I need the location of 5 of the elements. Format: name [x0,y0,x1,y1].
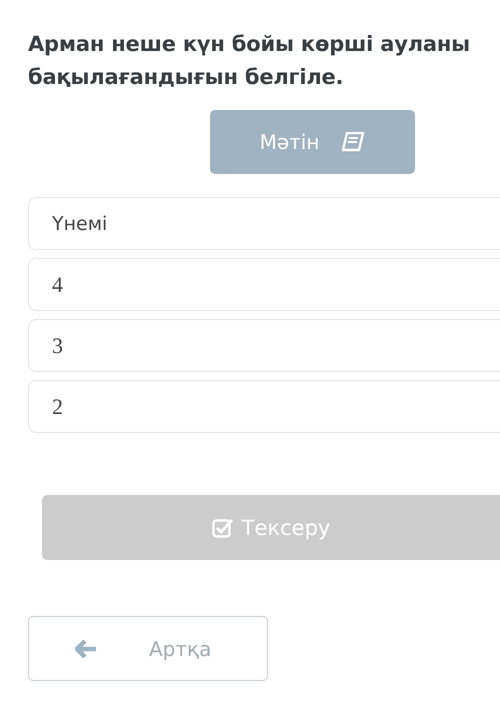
answer-option[interactable]: 4 [28,258,500,311]
answer-option[interactable]: Үнемі [28,197,500,250]
answer-option[interactable]: 2 [28,380,500,433]
question-text: Арман неше күн бойы көрші ауланы бақылағандығын белгіле. [28,31,471,91]
answer-option[interactable]: 3 [28,319,500,372]
